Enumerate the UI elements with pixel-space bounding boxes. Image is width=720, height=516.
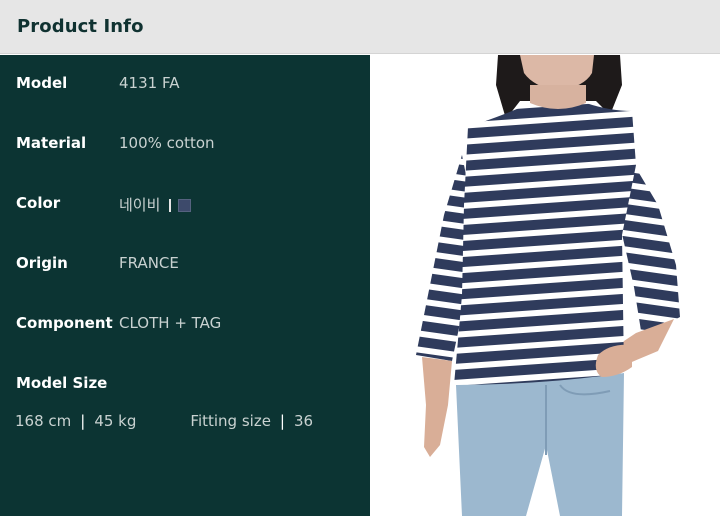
spec-value: 4131 FA	[119, 74, 180, 92]
model-size-label: Model Size	[16, 374, 108, 392]
color-name: 네이비	[119, 196, 161, 214]
spec-label: Model	[16, 74, 68, 92]
separator: |	[279, 412, 285, 430]
spec-value: 100% cotton	[119, 134, 215, 152]
product-photo	[370, 55, 720, 516]
page-title: Product Info	[17, 16, 144, 37]
model-wearing-striped-shirt-image	[416, 55, 680, 516]
page-header: Product Info	[0, 0, 720, 54]
model-weight: 45 kg	[94, 412, 137, 430]
color-swatch	[178, 199, 192, 212]
spec-value: FRANCE	[119, 254, 179, 272]
spec-label: Color	[16, 194, 61, 212]
fitting-size-value: 36	[293, 412, 314, 430]
model-height: 168 cm	[15, 412, 72, 430]
spec-value-color: 네이비	[119, 194, 192, 215]
spec-label: Origin	[16, 254, 68, 272]
spec-value: CLOTH + TAG	[119, 314, 222, 332]
separator: |	[80, 412, 86, 430]
fitting-size-label: Fitting size	[190, 412, 271, 430]
model-size-details: 168 cm | 45 kg Fitting size | 36	[15, 412, 313, 430]
spec-label: Component	[16, 314, 113, 332]
color-divider	[169, 199, 172, 212]
spec-label: Material	[16, 134, 87, 152]
product-info-panel: Model 4131 FA Material 100% cotton Color…	[0, 55, 370, 516]
